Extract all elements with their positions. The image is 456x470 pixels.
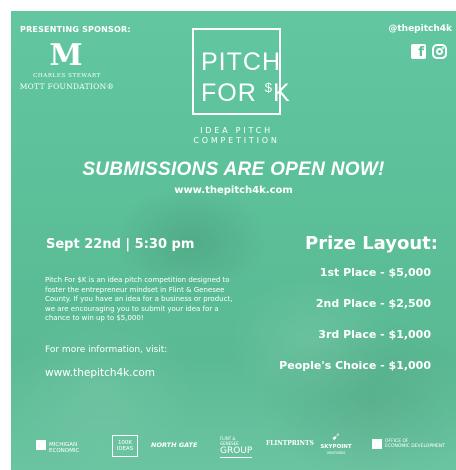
facebook-icon[interactable]: f bbox=[411, 44, 426, 60]
northgate-logo: NORTH GATE bbox=[151, 441, 198, 449]
mott-logo-foundation: MOTT FOUNDATION® bbox=[19, 82, 115, 91]
prize-third-place: 3rd Place - $1,000 bbox=[318, 328, 431, 341]
description-line: County. If you have an idea for a busine… bbox=[45, 295, 233, 304]
description: Pitch For $K is an idea pitch competitio… bbox=[45, 276, 270, 324]
michigan-logo-icon bbox=[36, 440, 46, 450]
description-line: we are encouraging you to submit your id… bbox=[45, 304, 219, 313]
social-handle[interactable]: @thepitch4k bbox=[388, 24, 452, 34]
skypoint-bird-icon: ➹ bbox=[331, 430, 341, 443]
website-link-top[interactable]: www.thepitch4k.com bbox=[11, 185, 456, 196]
event-poster: PRESENTING SPONSOR: M CHARLES STEWART MO… bbox=[11, 11, 456, 470]
flintprints-logo: FLINTPRINTS bbox=[266, 440, 314, 447]
group-logo: FLINT & GENESEE GROUP bbox=[220, 436, 252, 458]
logo-subtitle-line2: COMPETITION bbox=[193, 136, 280, 145]
logo-currency: $ bbox=[264, 80, 273, 95]
description-line: foster the entrepreneur mindset in Flint… bbox=[45, 285, 225, 294]
instagram-icon[interactable] bbox=[432, 44, 447, 59]
group-logo-main: GROUP bbox=[220, 446, 253, 458]
office-logo-icon bbox=[372, 439, 382, 449]
website-link-bottom[interactable]: www.thepitch4k.com bbox=[45, 367, 155, 379]
office-logo-line2: ECONOMIC DEVELOPMENT bbox=[385, 444, 445, 449]
ideas-logo-bottom: IDEAS bbox=[116, 446, 134, 452]
headline: SUBMISSIONS ARE OPEN NOW! bbox=[82, 159, 385, 180]
logo-amount: K bbox=[272, 79, 291, 107]
presenting-sponsor-label: PRESENTING SPONSOR: bbox=[20, 25, 131, 34]
prize-peoples-choice: People's Choice - $1,000 bbox=[279, 359, 431, 372]
michigan-logo-text: MICHIGAN ECONOMIC bbox=[49, 442, 80, 454]
office-logo-text: OFFICE OF ECONOMIC DEVELOPMENT bbox=[385, 439, 451, 449]
logo-for-word: FOR bbox=[201, 79, 265, 107]
mott-logo-mark: M bbox=[49, 38, 83, 73]
mott-logo-name: CHARLES STEWART bbox=[33, 73, 101, 79]
skypoint-logo-sub: VENTURES bbox=[326, 451, 346, 455]
sponsor-logo-strip: MICHIGAN ECONOMIC 100K IDEAS NORTH GATE … bbox=[11, 430, 456, 458]
event-date: Sept 22nd | 5:30 pm bbox=[46, 237, 195, 252]
logo-line-pitch: PITCH bbox=[201, 48, 281, 76]
logo-subtitle-line1: IDEA PITCH bbox=[200, 126, 273, 135]
logo-line-for-k: FOR $K bbox=[201, 75, 291, 106]
100k-ideas-logo: 100K IDEAS bbox=[112, 435, 138, 457]
more-info-label: For more information, visit: bbox=[45, 345, 168, 355]
description-line: chance to win up to $5,000! bbox=[45, 314, 144, 323]
description-line: Pitch For $K is an idea pitch competitio… bbox=[45, 276, 230, 284]
skypoint-logo-text: SKYPOINT bbox=[320, 444, 352, 450]
prize-layout-title: Prize Layout: bbox=[305, 233, 438, 254]
group-logo-small: FLINT & GENESEE bbox=[220, 436, 239, 446]
prize-first-place: 1st Place - $5,000 bbox=[319, 266, 431, 279]
prize-second-place: 2nd Place - $2,500 bbox=[315, 297, 431, 310]
